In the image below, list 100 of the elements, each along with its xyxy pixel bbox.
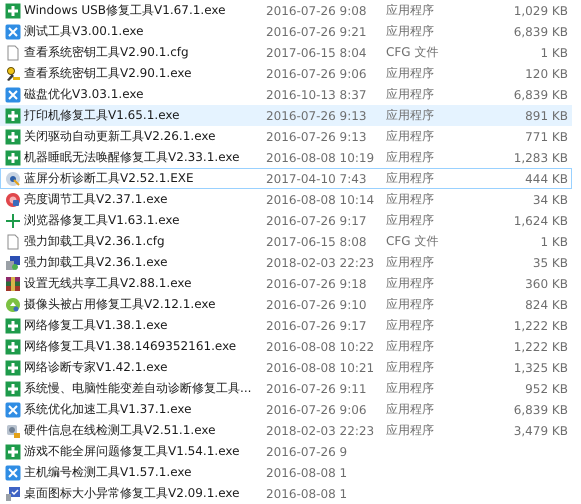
file-type: 应用程序	[386, 2, 435, 19]
file-size: 444 KB	[525, 172, 569, 186]
modified-date: 2016-08-08 10:19	[266, 150, 376, 164]
modified-date: 2016-07-26 9:11	[266, 382, 368, 396]
modified-date: 2017-06-15 8:04	[266, 46, 368, 60]
file-size: 1,222 KB	[514, 318, 569, 332]
file-name: 网络修复工具V1.38.1469352161.exe	[24, 338, 238, 355]
file-type: 应用程序	[386, 254, 435, 271]
file-type: 应用程序	[386, 296, 435, 313]
file-row[interactable]: 机器睡眠无法唤醒修复工具V2.33.1.exe 2016-08-08 10:19 应用程序 1,283 KB	[0, 147, 572, 168]
tools-icon	[4, 24, 20, 40]
file-name: 打印机修复工具V1.65.1.exe	[24, 107, 180, 124]
tools-icon	[4, 402, 20, 418]
file-name: 浏览器修复工具V1.63.1.exe	[24, 212, 180, 229]
file-row[interactable]: 硬件信息在线检测工具V2.51.1.exe 2018-02-03 22:23 应用程序 3,479 KB	[0, 420, 572, 441]
modified-date: 2016-07-26 9	[266, 444, 348, 458]
file-size: 1,283 KB	[514, 150, 569, 164]
file-type: 应用程序	[386, 149, 435, 166]
file-row[interactable]: 浏览器修复工具V1.63.1.exe 2016-07-26 9:17 应用程序 1,624 KB	[0, 210, 572, 231]
first-aid-icon	[4, 2, 20, 18]
file-row[interactable]: Windows USB修复工具V1.67.1.exe 2016-07-26 9:08 应用程序 1,029 KB	[0, 0, 572, 21]
file-size: 6,839 KB	[514, 24, 569, 38]
file-type: 应用程序	[386, 212, 435, 229]
modified-date: 2016-07-26 9:18	[266, 276, 368, 290]
file-name: 测试工具V3.00.1.exe	[24, 23, 144, 40]
file-size: 360 KB	[525, 276, 569, 290]
modified-date: 2016-07-26 9:13	[266, 130, 368, 144]
file-size: 824 KB	[525, 298, 569, 312]
file-name: 强力卸载工具V2.36.1.exe	[24, 254, 168, 271]
file-name: 查看系统密钥工具V2.90.1.cfg	[24, 44, 190, 61]
modified-date: 2016-07-26 9:17	[266, 318, 368, 332]
file-type: CFG 文件	[386, 233, 440, 250]
tools-icon	[4, 86, 20, 102]
file-row[interactable]: 磁盘优化V3.03.1.exe 2016-10-13 8:37 应用程序 6,839 KB	[0, 84, 572, 105]
file-name: 蓝屏分析诊断工具V2.52.1.EXE	[24, 170, 195, 187]
file-row[interactable]: 设置无线共享工具V2.88.1.exe 2016-07-26 9:18 应用程序 360 KB	[0, 273, 572, 294]
file-row[interactable]: 网络修复工具V1.38.1469352161.exe 2016-08-08 10:22 应用程序 1,222 KB	[0, 336, 572, 357]
file-row[interactable]: 主机编号检测工具V1.57.1.exe 2016-08-08 1	[0, 462, 572, 483]
file-type: 应用程序	[386, 107, 435, 124]
file-type: 应用程序	[386, 317, 435, 334]
file-row[interactable]: 摄像头被占用修复工具V2.12.1.exe 2016-07-26 9:10 应用程序 824 KB	[0, 294, 572, 315]
file-name: 强力卸载工具V2.36.1.cfg	[24, 233, 166, 250]
file-type: 应用程序	[386, 275, 435, 292]
file-row[interactable]: 查看系统密钥工具V2.90.1.exe 2016-07-26 9:06 应用程序 120 KB	[0, 63, 572, 84]
file-name: 网络修复工具V1.38.1.exe	[24, 317, 168, 334]
file-row[interactable]: 强力卸载工具V2.36.1.exe 2018-02-03 22:23 应用程序 35 KB	[0, 252, 572, 273]
modified-date: 2017-04-10 7:43	[266, 172, 368, 186]
file-size: 6,839 KB	[514, 402, 569, 416]
file-name: Windows USB修复工具V1.67.1.exe	[24, 2, 226, 19]
file-size: 1,222 KB	[514, 340, 569, 354]
installer-icon	[4, 254, 20, 270]
file-type: 应用程序	[386, 65, 435, 82]
file-row[interactable]: 系统优化加速工具V1.37.1.exe 2016-07-26 9:06 应用程序 6,839 KB	[0, 399, 572, 420]
first-aid-icon	[4, 380, 20, 396]
file-name: 设置无线共享工具V2.88.1.exe	[24, 275, 192, 292]
file-row[interactable]: 网络修复工具V1.38.1.exe 2016-07-26 9:17 应用程序 1,222 KB	[0, 315, 572, 336]
modified-date: 2016-07-26 9:08	[266, 4, 368, 18]
file-size: 1 KB	[540, 234, 569, 248]
tools-icon	[4, 464, 20, 480]
first-aid-icon	[4, 150, 20, 166]
file-size: 891 KB	[525, 108, 569, 122]
file-name: 桌面图标大小异常修复工具V2.09.1.exe	[24, 485, 240, 502]
file-type: 应用程序	[386, 86, 435, 103]
file-row[interactable]: 强力卸载工具V2.36.1.cfg 2017-06-15 8:08 CFG 文件 1 KB	[0, 231, 572, 252]
file-row[interactable]: 关闭驱动自动更新工具V2.26.1.exe 2016-07-26 9:13 应用程序 771 KB	[0, 126, 572, 147]
modified-date: 2016-07-26 9:06	[266, 402, 368, 416]
file-row[interactable]: 蓝屏分析诊断工具V2.52.1.EXE 2017-04-10 7:43 应用程序 444 KB	[0, 168, 572, 189]
file-type: 应用程序	[386, 380, 435, 397]
file-row[interactable]: 测试工具V3.00.1.exe 2016-07-26 9:21 应用程序 6,839 KB	[0, 21, 572, 42]
file-size: 34 KB	[532, 192, 569, 206]
file-type: 应用程序	[386, 359, 435, 376]
file-row[interactable]: 系统慢、电脑性能变差自动诊断修复工具... 2016-07-26 9:11 应用程序 952 KB	[0, 378, 572, 399]
file-type: 应用程序	[386, 422, 435, 439]
file-type: 应用程序	[386, 401, 435, 418]
hardware-icon	[4, 422, 20, 438]
monitor-icon	[4, 486, 20, 502]
file-type: 应用程序	[386, 191, 435, 208]
modified-date: 2016-08-08 1	[266, 466, 348, 480]
file-type: 应用程序	[386, 23, 435, 40]
file-name: 查看系统密钥工具V2.90.1.exe	[24, 65, 192, 82]
file-row[interactable]: 网络诊断专家V1.42.1.exe 2016-08-08 10:21 应用程序 1,325 KB	[0, 357, 572, 378]
file-name: 系统慢、电脑性能变差自动诊断修复工具...	[24, 380, 252, 397]
file-row[interactable]: 游戏不能全屏问题修复工具V1.54.1.exe 2016-07-26 9	[0, 441, 572, 462]
modified-date: 2017-06-15 8:08	[266, 234, 368, 248]
file-row[interactable]: 打印机修复工具V1.65.1.exe 2016-07-26 9:13 应用程序 891 KB	[0, 105, 572, 126]
modified-date: 2016-07-26 9:17	[266, 214, 368, 228]
modified-date: 2016-08-08 10:22	[266, 340, 376, 354]
modified-date: 2016-10-13 8:37	[266, 88, 368, 102]
modified-date: 2016-07-26 9:13	[266, 108, 368, 122]
modified-date: 2016-08-08 10:21	[266, 360, 376, 374]
file-row[interactable]: 桌面图标大小异常修复工具V2.09.1.exe 2016-08-08 1	[0, 483, 572, 504]
modified-date: 2016-08-08 10:14	[266, 192, 376, 206]
file-size: 6,839 KB	[514, 88, 569, 102]
file-size: 952 KB	[525, 382, 569, 396]
gauge-icon	[4, 192, 20, 208]
file-row[interactable]: 亮度调节工具V2.37.1.exe 2016-08-08 10:14 应用程序 34 KB	[0, 189, 572, 210]
disc-icon	[4, 170, 20, 186]
file-name: 硬件信息在线检测工具V2.51.1.exe	[24, 422, 216, 439]
file-row[interactable]: 查看系统密钥工具V2.90.1.cfg 2017-06-15 8:04 CFG 文件 1 KB	[0, 42, 572, 63]
file-name: 游戏不能全屏问题修复工具V1.54.1.exe	[24, 443, 240, 460]
